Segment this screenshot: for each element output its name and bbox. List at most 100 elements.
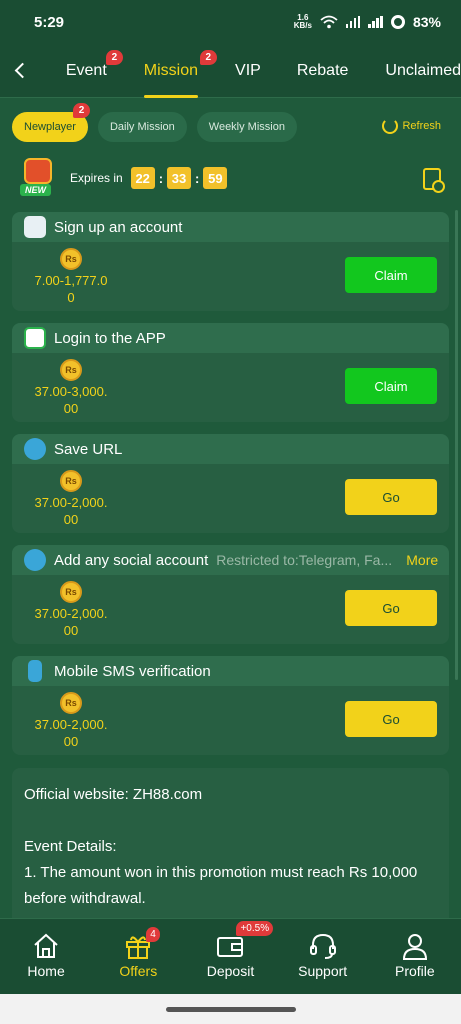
tab-event[interactable]: Event 2 xyxy=(65,44,123,98)
nav-home-label: Home xyxy=(27,963,65,979)
home-icon xyxy=(34,933,58,958)
social-icon xyxy=(24,549,46,571)
mission-title: Save URL xyxy=(54,440,123,458)
back-button[interactable] xyxy=(0,44,39,98)
gift-box-icon xyxy=(24,158,52,184)
go-button[interactable]: Go xyxy=(345,590,437,626)
refresh-button[interactable]: Refresh xyxy=(382,118,441,134)
mission-reward-amount: 7.00-1,777.00 xyxy=(34,273,108,305)
mission-reward-amount: 37.00-2,000.00 xyxy=(34,606,108,638)
time-separator: : xyxy=(158,170,164,186)
tab-event-badge: 2 xyxy=(105,49,123,65)
tab-vip[interactable]: VIP xyxy=(235,44,261,98)
tab-unclaimed-label: Unclaimed xyxy=(385,61,461,79)
nav-deposit-label: Deposit xyxy=(206,963,255,979)
refresh-label: Refresh xyxy=(402,120,441,132)
event-details-heading: Event Details: xyxy=(24,838,117,855)
mission-card: Mobile SMS verification Rs 37.00-2,000.0… xyxy=(12,656,449,755)
app-icon xyxy=(24,327,46,349)
scrollbar[interactable] xyxy=(455,210,458,680)
phone-icon xyxy=(28,660,42,682)
mission-reward-amount: 37.00-2,000.00 xyxy=(34,495,108,527)
mission-card-header: Login to the APP xyxy=(12,323,449,353)
expires-row: NEW Expires in 22 : 33 : 59 xyxy=(14,156,447,200)
new-tag: NEW xyxy=(20,184,51,196)
nav-deposit-badge: +0.5% xyxy=(236,921,274,936)
sub-tab-newplayer-label: Newplayer xyxy=(24,121,76,133)
sub-tab-newplayer-badge: 2 xyxy=(72,103,90,118)
top-nav: Event 2 Mission 2 VIP Rebate Unclaimed xyxy=(0,44,461,98)
go-button[interactable]: Go xyxy=(345,701,437,737)
nav-offers-label: Offers xyxy=(119,963,158,979)
gesture-handle[interactable] xyxy=(166,1007,296,1012)
mission-card-header: Sign up an account xyxy=(12,212,449,242)
more-link[interactable]: More xyxy=(406,552,438,568)
nav-profile-label: Profile xyxy=(395,963,435,979)
mission-card-header: Save URL xyxy=(12,434,449,464)
tab-mission-badge: 2 xyxy=(199,49,217,65)
mission-title: Sign up an account xyxy=(54,218,183,236)
status-bar: 5:29 1.6 KB/s 83% xyxy=(0,0,461,44)
official-website-text: Official website: ZH88.com xyxy=(24,786,203,803)
mission-card-header: Add any social account Restricted to:Tel… xyxy=(12,545,449,575)
mission-card: Sign up an account Rs 7.00-1,777.00 Clai… xyxy=(12,212,449,311)
mission-reward: Rs 37.00-2,000.00 xyxy=(26,470,116,528)
nav-offers[interactable]: 4 Offers xyxy=(98,927,178,979)
rupee-coin-icon: Rs xyxy=(60,470,82,492)
tab-mission[interactable]: Mission 2 xyxy=(143,44,217,98)
claim-button[interactable]: Claim xyxy=(345,257,437,293)
mission-card: Save URL Rs 37.00-2,000.00 Go xyxy=(12,434,449,533)
mission-title: Login to the APP xyxy=(54,329,166,347)
countdown-hours: 22 xyxy=(130,167,155,189)
mission-reward: Rs 7.00-1,777.00 xyxy=(26,248,116,306)
net-speed: 1.6 KB/s xyxy=(294,14,312,30)
mission-title: Mobile SMS verification xyxy=(54,662,211,680)
bottom-nav: Home 4 Offers +0.5% Deposit Support Prof… xyxy=(0,918,461,994)
battery-ring-icon xyxy=(390,15,405,29)
sub-tab-daily-label: Daily Mission xyxy=(109,121,175,133)
nav-offers-badge: 4 xyxy=(146,927,160,942)
refresh-icon xyxy=(382,118,399,134)
countdown-seconds: 59 xyxy=(203,167,228,189)
signal-icon xyxy=(345,16,361,28)
tab-rebate[interactable]: Rebate xyxy=(297,44,349,98)
go-button[interactable]: Go xyxy=(345,479,437,515)
tab-mission-label: Mission xyxy=(143,61,199,79)
new-gift-icon: NEW xyxy=(14,156,66,200)
signal-icon-2 xyxy=(368,16,383,28)
mission-restriction: Restricted to:Telegram, Fa... xyxy=(216,552,393,568)
mission-title: Add any social account xyxy=(54,551,209,569)
history-record-icon[interactable] xyxy=(423,168,445,193)
mission-reward: Rs 37.00-2,000.00 xyxy=(26,581,116,639)
claim-button[interactable]: Claim xyxy=(345,368,437,404)
rupee-coin-icon: Rs xyxy=(60,248,82,270)
tab-vip-label: VIP xyxy=(235,61,261,79)
mission-card: Add any social account Restricted to:Tel… xyxy=(12,545,449,644)
nav-support[interactable]: Support xyxy=(283,931,363,979)
mission-reward-amount: 37.00-2,000.00 xyxy=(34,717,108,749)
mission-reward: Rs 37.00-2,000.00 xyxy=(26,692,116,750)
time-separator: : xyxy=(195,170,200,186)
document-icon xyxy=(24,216,46,238)
mission-reward-amount: 37.00-3,000.00 xyxy=(34,384,108,416)
nav-deposit[interactable]: +0.5% Deposit xyxy=(190,921,274,979)
tab-event-label: Event xyxy=(65,61,107,79)
tab-unclaimed[interactable]: Unclaimed xyxy=(385,44,461,98)
sub-tab-weekly-mission[interactable]: Weekly Mission xyxy=(196,112,297,142)
mission-reward: Rs 37.00-3,000.00 xyxy=(26,359,116,417)
sub-tab-daily-mission[interactable]: Daily Mission xyxy=(97,112,187,142)
nav-home[interactable]: Home xyxy=(6,931,86,979)
system-gesture-area xyxy=(0,994,461,1024)
battery-percent: 83% xyxy=(412,14,441,30)
event-details: Official website: ZH88.com Event Details… xyxy=(12,768,449,923)
person-icon xyxy=(402,934,427,960)
www-globe-icon xyxy=(24,438,46,460)
nav-profile[interactable]: Profile xyxy=(375,931,455,979)
status-icons: 1.6 KB/s 83% xyxy=(294,14,441,31)
back-arrow-icon xyxy=(14,62,31,79)
sub-tab-newplayer[interactable]: Newplayer 2 xyxy=(12,103,90,142)
net-speed-unit: KB/s xyxy=(293,21,312,30)
event-rule-1: 1. The amount won in this promotion must… xyxy=(24,864,418,907)
wifi-icon xyxy=(320,15,338,29)
